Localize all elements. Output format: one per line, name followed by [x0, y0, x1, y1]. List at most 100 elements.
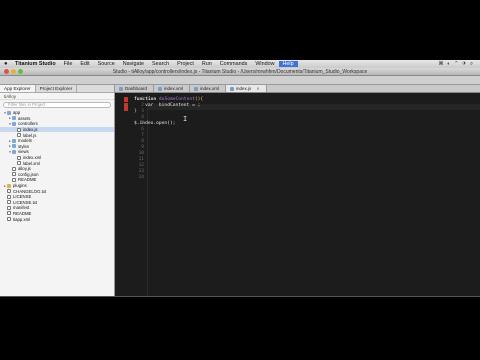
dashboard-icon — [119, 86, 123, 91]
menu-file[interactable]: File — [60, 61, 77, 67]
line-number: 7 — [141, 133, 144, 138]
error-marker-icon[interactable] — [124, 103, 128, 111]
window-titlebar: Studio - tiAlloy/app/controllers/index.j… — [0, 68, 480, 76]
tree-item-label: styles — [18, 143, 29, 149]
tree-item[interactable]: tiapp.xml — [0, 216, 114, 222]
tab-index-xml-2[interactable]: index.xml — [190, 85, 227, 92]
apple-menu-icon[interactable]: ● — [4, 61, 11, 67]
xml-file-icon — [194, 86, 199, 91]
line-number: 10 — [138, 151, 144, 156]
folder-icon — [7, 183, 11, 188]
file-icon — [17, 133, 21, 138]
window-controls — [4, 69, 23, 74]
keyword-function: function — [134, 97, 157, 102]
file-icon — [7, 194, 11, 199]
project-selector[interactable]: tiAlloy — [0, 93, 114, 100]
tree-item-label: controllers — [18, 121, 38, 127]
tree-item-label: alloy.js — [18, 166, 31, 172]
file-icon — [7, 211, 11, 216]
tree-item-label: LICENSE — [13, 194, 32, 200]
tree-item-label: manifest — [13, 205, 30, 211]
code-line-1: function doSomeContent(){ — [134, 97, 203, 102]
app-explorer-panel: App Explorer Project Explorer tiAlloy Fi… — [0, 85, 115, 296]
line-number: 6 — [141, 127, 144, 132]
folder-icon — [12, 144, 16, 149]
file-icon — [7, 189, 11, 194]
zoom-window-icon[interactable] — [18, 69, 23, 74]
folder-icon — [7, 110, 11, 115]
minimize-window-icon[interactable] — [11, 69, 16, 74]
code-line-5: $.index.open(); — [134, 121, 176, 126]
menu-navigate[interactable]: Navigate — [119, 61, 148, 67]
function-name: doSomeContent — [156, 97, 195, 102]
code-editor[interactable]: 1 2 3 4 5 6 7 8 9 10 11 12 13 14 function doSomeConte… — [115, 94, 480, 296]
js-file-icon — [230, 86, 235, 91]
file-icon — [17, 127, 21, 132]
close-tab-icon[interactable]: ✕ — [256, 85, 259, 93]
filter-input[interactable]: Filter files in Project — [3, 102, 111, 108]
editor-tabs: Dashboard index.xml index.xml index.js ✕ — [115, 85, 480, 93]
tab-project-explorer[interactable]: Project Explorer — [36, 85, 78, 92]
menu-bar: ● Titanium Studio File Edit Source Navig… — [0, 60, 480, 68]
menu-window[interactable]: Window — [251, 61, 278, 67]
tab-index-js[interactable]: index.js ✕ — [226, 85, 267, 92]
tree-item-label: README — [18, 177, 37, 183]
explorer-tabs: App Explorer Project Explorer — [0, 85, 114, 93]
menu-search[interactable]: Search — [148, 61, 173, 67]
tab-dashboard[interactable]: Dashboard — [115, 85, 155, 92]
menubar-status-icons[interactable]: ⌘ ◐ ⌃ ✈ ⌕ — [438, 61, 480, 68]
menu-edit[interactable]: Edit — [76, 61, 93, 67]
line-number: 14 — [138, 175, 144, 180]
window-bottom-edge — [0, 296, 480, 297]
line-number: 13 — [138, 169, 144, 174]
file-icon — [17, 161, 21, 166]
tree-item-label: LICENSE.txt — [13, 199, 38, 205]
menu-app[interactable]: Titanium Studio — [11, 61, 60, 67]
folder-icon — [12, 149, 16, 154]
menu-source[interactable]: Source — [94, 61, 119, 67]
tab-label: index.xml — [164, 85, 184, 91]
code-line-2: var bindContent = ; — [134, 103, 201, 108]
folder-icon — [12, 138, 16, 143]
line-number: 12 — [138, 163, 144, 168]
file-icon — [17, 155, 21, 160]
tab-label: index.js — [236, 85, 252, 91]
window-title: Studio - tiAlloy/app/controllers/index.j… — [112, 69, 368, 75]
menu-run[interactable]: Run — [198, 61, 216, 67]
tree-item-label: tiapp.xml — [13, 216, 31, 222]
tree-item-label: index.js — [23, 127, 38, 133]
tree-item-label: app — [13, 110, 21, 116]
close-window-icon[interactable] — [4, 69, 9, 74]
tab-app-explorer[interactable]: App Explorer — [0, 85, 36, 92]
tree-item-label: index.xml — [23, 155, 42, 161]
code-line-3: } — [134, 109, 137, 114]
file-tree: ▾ app ▸ assets ▾ controllers index.js label.js ▸… — [0, 110, 114, 222]
tree-item-label: config.json — [18, 171, 39, 177]
tree-item-label: models — [18, 138, 32, 144]
tab-index-xml[interactable]: index.xml — [154, 85, 191, 92]
line-number: 4 — [141, 115, 144, 120]
tree-item-label: assets — [18, 115, 31, 121]
menu-project[interactable]: Project — [173, 61, 198, 67]
file-icon — [7, 217, 11, 222]
brace: (){ — [194, 97, 204, 102]
line-number: 8 — [141, 139, 144, 144]
error-marker-icon[interactable] — [124, 97, 128, 102]
text-cursor-icon: I — [183, 115, 188, 123]
file-icon — [12, 177, 16, 182]
menu-help[interactable]: Help — [278, 61, 298, 67]
file-icon — [7, 205, 11, 210]
file-icon — [7, 200, 11, 205]
tree-item-label: CHANGELOG.txt — [13, 188, 47, 194]
editor-area: Dashboard index.xml index.xml index.js ✕… — [115, 85, 480, 296]
tree-item-label: README — [13, 210, 32, 216]
line-number: 9 — [141, 145, 144, 150]
tree-item-label: plugins — [13, 183, 27, 189]
line-number: 3 — [141, 109, 144, 114]
menu-commands[interactable]: Commands — [216, 61, 252, 67]
folder-icon — [12, 116, 16, 121]
tab-label: Dashboard — [125, 85, 148, 91]
file-icon — [12, 172, 16, 177]
folder-icon — [12, 121, 16, 126]
xml-file-icon — [158, 86, 163, 91]
